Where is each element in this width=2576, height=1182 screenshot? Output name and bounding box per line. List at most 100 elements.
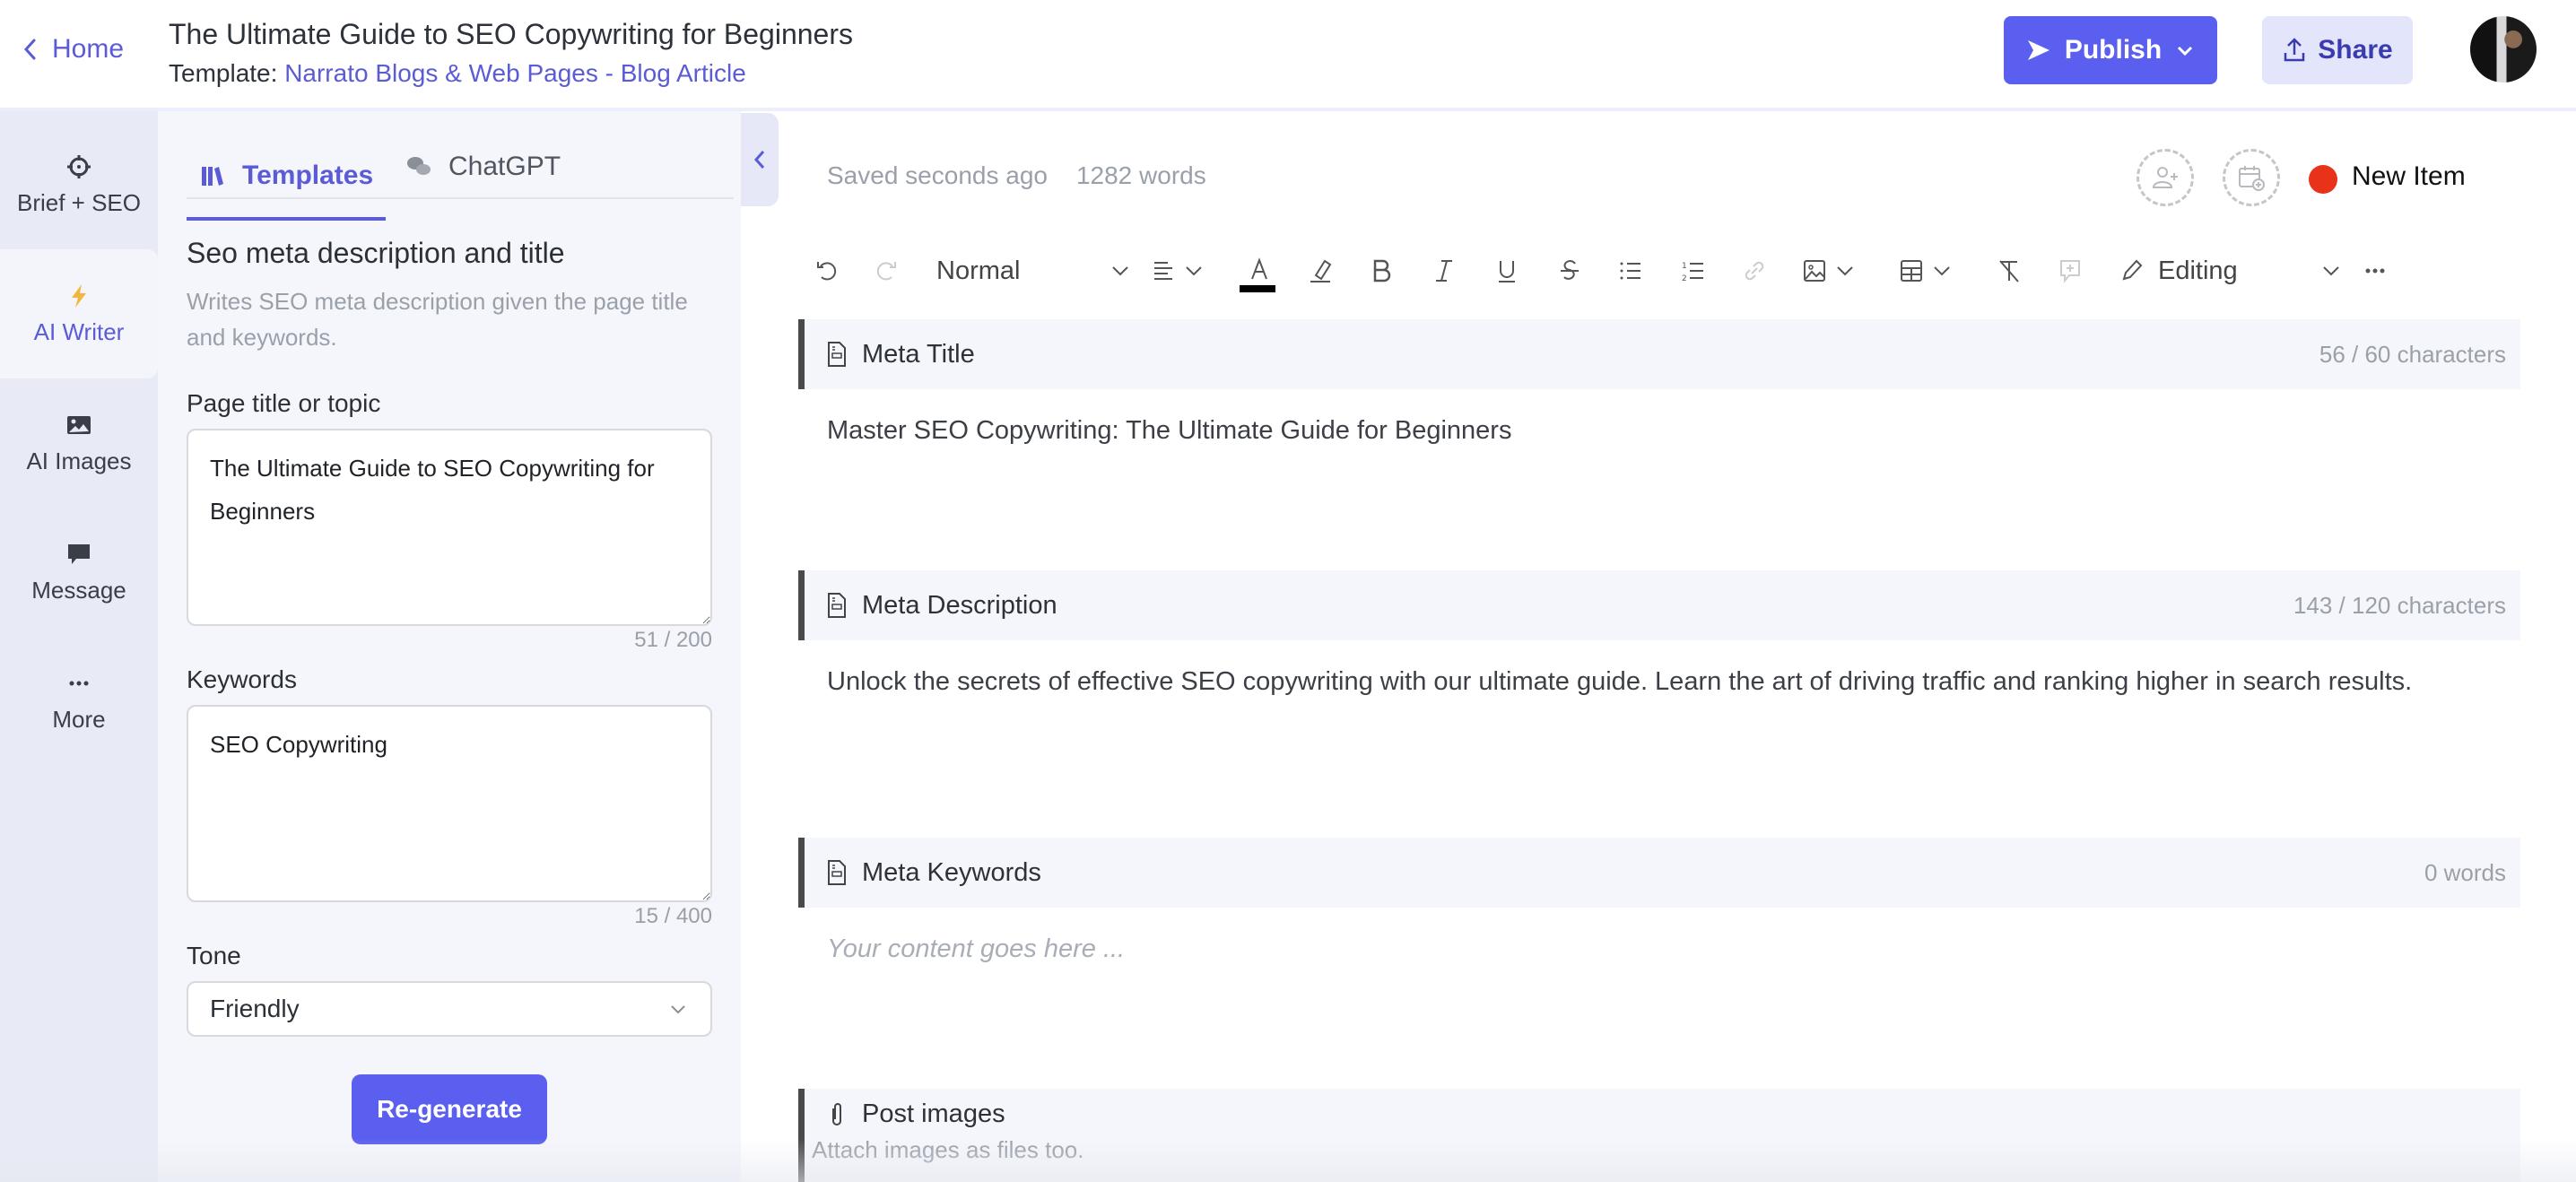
bold-icon — [1373, 259, 1391, 282]
chevron-down-icon — [1934, 266, 1950, 276]
section-title: Meta Keywords — [862, 857, 1041, 887]
editor-status: Saved seconds ago 1282 words — [827, 161, 1206, 190]
template-info: Template: Narrato Blogs & Web Pages - Bl… — [169, 59, 746, 88]
chevron-down-icon — [2323, 266, 2339, 276]
document-icon — [828, 860, 846, 885]
sidebar-item-more[interactable]: More — [0, 637, 158, 766]
share-label: Share — [2318, 35, 2393, 65]
highlighter-icon — [1310, 259, 1332, 282]
italic-button[interactable] — [1424, 244, 1464, 298]
numbered-list-button[interactable]: 12 — [1674, 244, 1713, 298]
item-status-label[interactable]: New Item — [2352, 161, 2466, 192]
chat-bubbles-icon — [407, 157, 431, 175]
numbered-list-icon: 12 — [1682, 262, 1703, 283]
chevron-left-icon — [23, 39, 36, 60]
upload-icon — [2284, 38, 2305, 62]
schedule-button[interactable] — [2223, 149, 2280, 206]
strikethrough-button[interactable] — [1550, 244, 1589, 298]
tab-templates[interactable]: Templates — [187, 135, 387, 221]
editor-toolbar: Normal 12 Editing — [807, 244, 2404, 298]
document-title: The Ultimate Guide to SEO Copywriting fo… — [169, 18, 853, 50]
sidebar-item-ai-images[interactable]: AI Images — [0, 378, 158, 508]
chevron-left-icon — [753, 151, 765, 169]
font-color-button[interactable] — [1240, 244, 1279, 298]
image-icon — [67, 415, 91, 434]
redo-icon — [876, 262, 896, 281]
more-options-button[interactable] — [2355, 244, 2395, 298]
template-panel: Templates ChatGPT Seo meta description a… — [158, 111, 741, 1182]
tab-chatgpt[interactable]: ChatGPT — [393, 135, 573, 199]
svg-text:2: 2 — [1682, 274, 1687, 283]
publish-button[interactable]: Publish — [2004, 16, 2217, 84]
word-count: 1282 words — [1075, 161, 1206, 189]
paperclip-icon — [832, 1102, 841, 1126]
left-sidebar: Brief + SEO AI Writer AI Images Message … — [0, 111, 158, 1182]
underline-button[interactable] — [1487, 244, 1527, 298]
redo-button[interactable] — [866, 244, 906, 298]
sidebar-label: Message — [31, 576, 126, 604]
link-button[interactable] — [1735, 244, 1774, 298]
section-title: Meta Title — [862, 339, 975, 369]
page-title-label: Page title or topic — [187, 389, 381, 417]
lightning-icon — [72, 283, 86, 308]
undo-icon — [817, 262, 837, 281]
meta-keywords-content[interactable]: Your content goes here ... — [827, 931, 2441, 967]
undo-button[interactable] — [807, 244, 847, 298]
clear-formatting-button[interactable] — [1989, 244, 2029, 298]
chevron-down-icon — [1837, 266, 1853, 276]
link-icon — [1745, 261, 1764, 281]
font-color-icon — [1251, 257, 1267, 280]
publish-label: Publish — [2064, 35, 2163, 65]
highlight-button[interactable] — [1301, 244, 1340, 298]
home-link[interactable]: Home — [22, 34, 124, 65]
user-avatar[interactable] — [2470, 16, 2537, 83]
character-count: 56 / 60 characters — [2319, 340, 2506, 368]
underline-icon — [1499, 261, 1515, 282]
bold-button[interactable] — [1362, 244, 1401, 298]
keywords-input[interactable] — [187, 705, 712, 902]
insert-image-dropdown[interactable] — [1794, 244, 1866, 298]
align-dropdown[interactable] — [1143, 244, 1214, 298]
editing-mode-dropdown[interactable]: Editing — [2119, 244, 2345, 298]
tone-value: Friendly — [210, 995, 300, 1022]
home-label: Home — [52, 34, 125, 64]
share-button[interactable]: Share — [2262, 16, 2413, 84]
sidebar-item-ai-writer[interactable]: AI Writer — [0, 249, 158, 378]
add-comment-button[interactable] — [2050, 244, 2090, 298]
sidebar-item-message[interactable]: Message — [0, 508, 158, 637]
saved-status: Saved seconds ago — [827, 161, 1048, 189]
top-header: Home The Ultimate Guide to SEO Copywriti… — [0, 0, 2576, 111]
tab-label: Templates — [242, 161, 374, 190]
section-title: Meta Description — [862, 590, 1057, 620]
chevron-down-icon — [1112, 266, 1128, 276]
assign-user-button[interactable] — [2137, 149, 2194, 206]
chevron-down-icon — [1186, 266, 1202, 276]
bullet-list-icon — [1620, 262, 1640, 280]
template-link[interactable]: Narrato Blogs & Web Pages - Blog Article — [284, 59, 746, 87]
add-user-icon — [2152, 167, 2178, 188]
strikethrough-icon — [1561, 260, 1579, 280]
collapse-panel-button[interactable] — [741, 113, 779, 206]
sidebar-label: More — [52, 705, 106, 733]
clear-formatting-icon — [1999, 260, 2019, 282]
insert-table-dropdown[interactable] — [1891, 244, 1962, 298]
post-images-title-row: Post images — [826, 1099, 1005, 1129]
keywords-counter: 15 / 400 — [634, 904, 712, 928]
sidebar-label: Brief + SEO — [17, 188, 141, 216]
meta-title-content[interactable]: Master SEO Copywriting: The Ultimate Gui… — [827, 413, 2441, 448]
page-title-input[interactable] — [187, 429, 712, 626]
bullet-list-button[interactable] — [1611, 244, 1650, 298]
template-title: Seo meta description and title — [187, 237, 565, 269]
tone-select[interactable]: Friendly — [187, 981, 712, 1037]
sidebar-item-brief-seo[interactable]: Brief + SEO — [0, 120, 158, 249]
more-dots-icon — [69, 681, 89, 685]
regenerate-button[interactable]: Re-generate — [352, 1074, 547, 1144]
table-icon — [1901, 260, 1922, 282]
paragraph-style-dropdown[interactable]: Normal — [936, 244, 1134, 298]
chat-icon — [68, 543, 90, 564]
pencil-icon — [2122, 259, 2143, 281]
comment-add-icon — [2060, 260, 2080, 283]
meta-description-content[interactable]: Unlock the secrets of effective SEO copy… — [827, 664, 2441, 700]
section-header-post-images: Post images Attach images as files too. — [798, 1089, 2520, 1182]
section-header-meta-keywords: Meta Keywords 0 words — [798, 838, 2520, 908]
